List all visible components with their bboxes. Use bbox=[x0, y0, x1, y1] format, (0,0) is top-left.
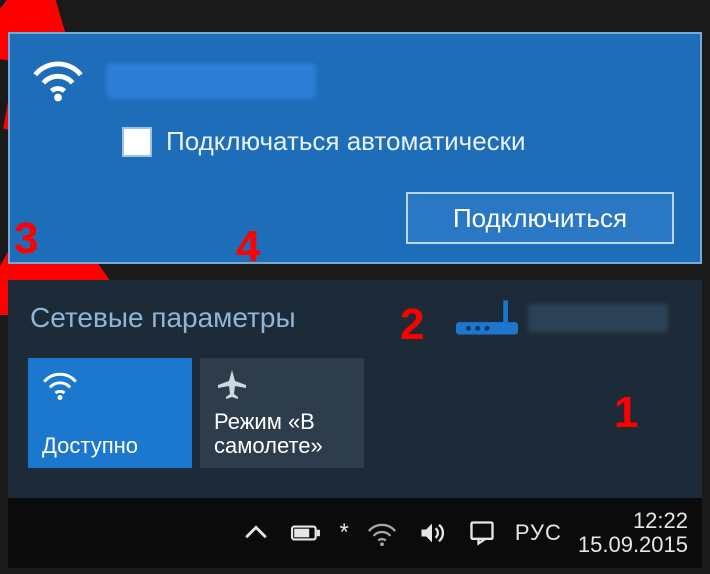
language-indicator[interactable]: РУС bbox=[515, 520, 562, 546]
auto-connect-label: Подключаться автоматически bbox=[166, 126, 526, 157]
annotation-number-4: 4 bbox=[236, 222, 260, 272]
airplane-tile-label: Режим «В самолете» bbox=[214, 410, 350, 458]
connect-button-label: Подключиться bbox=[453, 203, 627, 234]
annotation-number-2: 2 bbox=[400, 300, 424, 350]
wifi-icon bbox=[42, 368, 178, 405]
connect-button[interactable]: Подключиться bbox=[406, 192, 674, 244]
wifi-icon bbox=[32, 54, 84, 107]
wifi-tile[interactable]: Доступно bbox=[28, 358, 192, 468]
speaker-icon[interactable] bbox=[415, 516, 449, 550]
router-name bbox=[528, 304, 668, 332]
router-icon bbox=[456, 300, 518, 343]
battery-icon[interactable] bbox=[289, 516, 323, 550]
wifi-network-name[interactable] bbox=[106, 63, 316, 99]
action-center-icon[interactable] bbox=[465, 516, 499, 550]
network-flyout-bottom: Сетевые параметры Доступно Режим «В само… bbox=[8, 280, 702, 568]
auto-connect-checkbox[interactable] bbox=[122, 127, 152, 157]
wifi-tray-icon[interactable] bbox=[365, 516, 399, 550]
clock-time: 12:22 bbox=[578, 509, 688, 533]
wifi-connect-panel: Подключаться автоматически Подключиться bbox=[8, 32, 702, 264]
asterisk-icon: * bbox=[339, 519, 348, 547]
airplane-icon bbox=[214, 368, 350, 405]
annotation-number-3: 3 bbox=[14, 214, 38, 264]
annotation-number-1: 1 bbox=[614, 388, 638, 438]
chevron-up-icon[interactable] bbox=[239, 516, 273, 550]
clock[interactable]: 12:22 15.09.2015 bbox=[578, 509, 688, 557]
taskbar: * РУС 12:22 15.09.2015 bbox=[8, 498, 702, 568]
clock-date: 15.09.2015 bbox=[578, 533, 688, 557]
wifi-tile-label: Доступно bbox=[42, 434, 178, 458]
network-settings-title[interactable]: Сетевые параметры bbox=[30, 302, 296, 334]
airplane-mode-tile[interactable]: Режим «В самолете» bbox=[200, 358, 364, 468]
